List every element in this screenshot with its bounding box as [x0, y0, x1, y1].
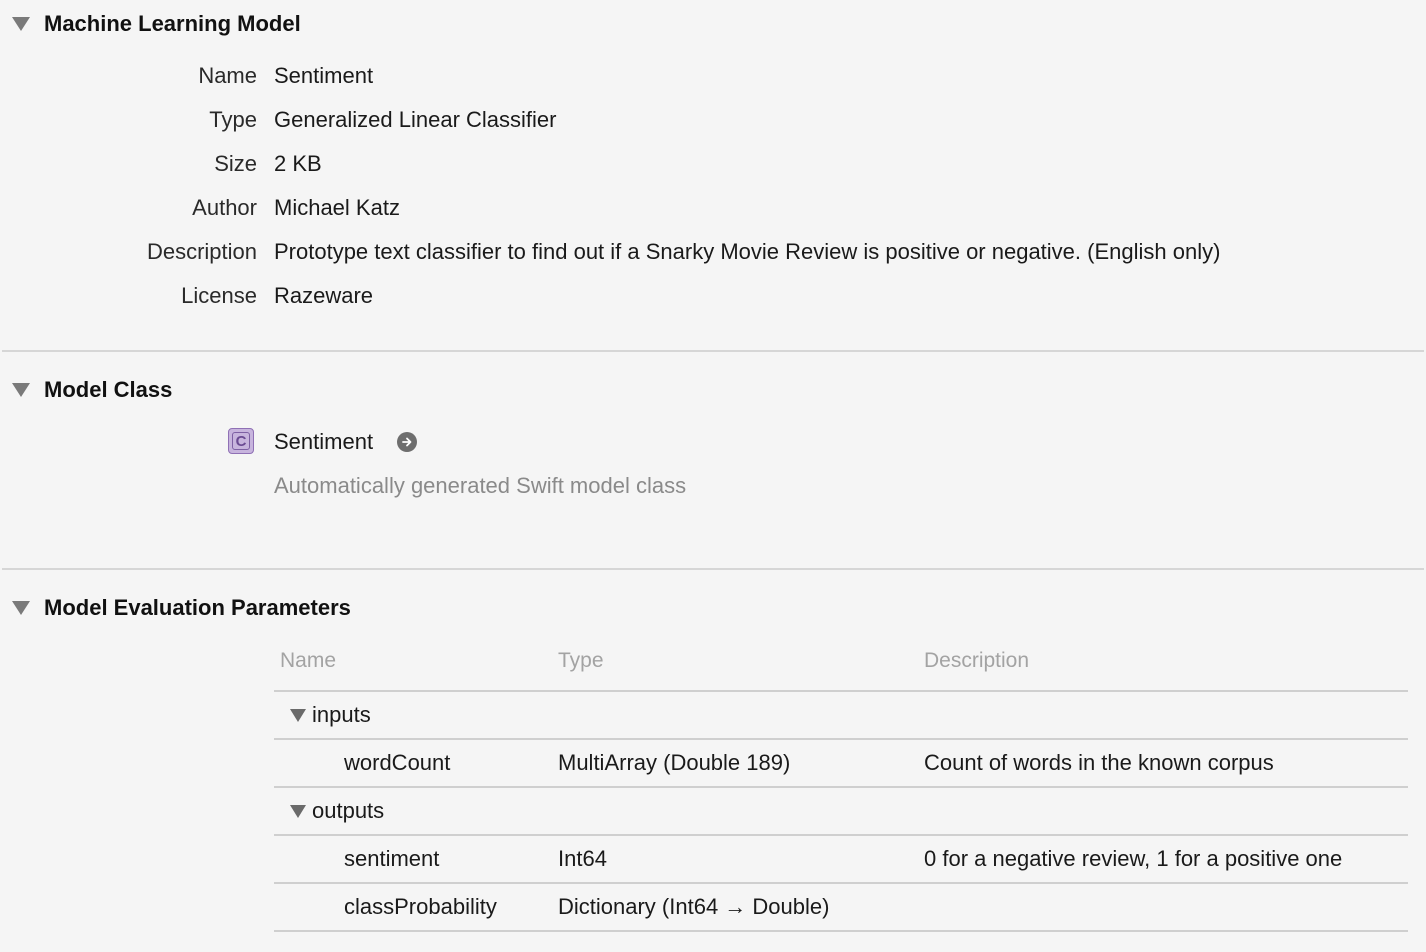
property-label: Name — [198, 63, 257, 88]
property-value: Prototype text classifier to find out if… — [274, 239, 1221, 264]
disclosure-triangle-icon[interactable] — [290, 805, 306, 818]
disclosure-triangle-icon[interactable] — [12, 17, 30, 31]
section-divider — [2, 350, 1424, 352]
param-description: Count of words in the known corpus — [924, 750, 1274, 775]
table-row[interactable]: sentiment Int64 0 for a negative review,… — [274, 834, 1408, 882]
property-row-size: Size 2 KB — [0, 142, 1426, 186]
property-row-license: License Razeware — [0, 274, 1426, 318]
group-row-inputs[interactable]: inputs — [274, 690, 1408, 738]
section-title: Model Class — [44, 377, 173, 402]
param-type: MultiArray (Double 189) — [558, 750, 791, 775]
group-row-outputs[interactable]: outputs — [274, 786, 1408, 834]
property-label: Author — [192, 195, 257, 220]
param-name: wordCount — [344, 750, 451, 775]
property-label: Description — [146, 239, 257, 264]
model-class-name: Sentiment — [274, 429, 374, 454]
param-name: sentiment — [344, 846, 440, 871]
param-type: Int64 — [558, 846, 607, 871]
disclosure-triangle-icon[interactable] — [12, 601, 30, 615]
disclosure-triangle-icon[interactable] — [12, 383, 30, 397]
swift-class-icon: C — [228, 428, 254, 454]
property-label: Size — [214, 151, 257, 176]
group-label: inputs — [312, 702, 371, 727]
property-label: License — [181, 283, 257, 308]
section-title: Model Evaluation Parameters — [44, 595, 351, 620]
param-type: Dictionary (Int64 → Double) — [558, 894, 830, 919]
section-title: Machine Learning Model — [44, 11, 301, 36]
column-header-description[interactable]: Description — [924, 640, 1029, 682]
property-row-description: Description Prototype text classifier to… — [0, 230, 1426, 274]
property-value: Generalized Linear Classifier — [274, 107, 557, 132]
navigate-arrow-icon[interactable] — [397, 432, 417, 452]
property-value: 2 KB — [274, 151, 322, 176]
param-description: 0 for a negative review, 1 for a positiv… — [924, 846, 1343, 871]
class-icon-letter: C — [232, 432, 250, 450]
model-class-description: Automatically generated Swift model clas… — [274, 473, 687, 498]
property-label: Type — [209, 107, 257, 132]
property-value: Michael Katz — [274, 195, 400, 220]
section-divider — [2, 568, 1424, 570]
column-header-type[interactable]: Type — [558, 640, 604, 682]
property-row-type: Type Generalized Linear Classifier — [0, 98, 1426, 142]
group-label: outputs — [312, 798, 385, 823]
column-header-name[interactable]: Name — [280, 640, 336, 682]
table-row[interactable]: wordCount MultiArray (Double 189) Count … — [274, 738, 1408, 786]
param-name: classProbability — [344, 894, 497, 919]
table-row[interactable]: classProbability Dictionary (Int64 → Dou… — [274, 882, 1408, 932]
property-row-author: Author Michael Katz — [0, 186, 1426, 230]
property-value: Razeware — [274, 283, 374, 308]
property-row-name: Name Sentiment — [0, 54, 1426, 98]
property-value: Sentiment — [274, 63, 374, 88]
disclosure-triangle-icon[interactable] — [290, 709, 306, 722]
